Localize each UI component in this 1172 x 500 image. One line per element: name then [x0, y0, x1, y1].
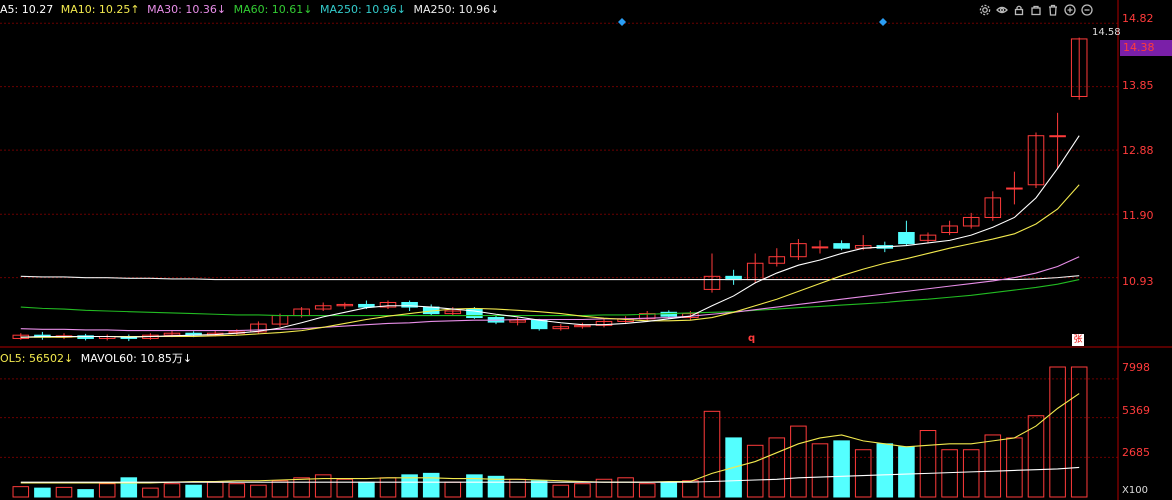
volume-tick-2685: 2685: [1122, 446, 1150, 459]
mavol5-legend: OL5: 56502↓: [0, 352, 74, 365]
mavol60-legend: MAVOL60: 10.85万↓: [80, 352, 193, 365]
price-tick-1093: 10.93: [1122, 275, 1154, 288]
volume-bar-9: [206, 481, 224, 498]
volume-bar-36: [790, 425, 807, 498]
volume-bar-46: [1006, 437, 1023, 498]
ma30-line: [20, 256, 1080, 332]
volume-bar-32: [703, 410, 721, 498]
eye-icon[interactable]: [995, 3, 1009, 17]
ma60-legend: MA60: 10.61↓: [233, 3, 313, 16]
kline-chart[interactable]: [0, 0, 1172, 500]
volume-bar-40: [876, 443, 894, 498]
volume-bar-39: [854, 449, 872, 498]
volume-bar-37: [811, 443, 829, 498]
volume-bar-0: [12, 486, 30, 498]
volume-bar-28: [617, 477, 634, 498]
volume-bar-25: [552, 484, 570, 498]
price-tick-1482: 14.82: [1122, 12, 1154, 25]
volume-legend: OL5: 56502↓ MAVOL60: 10.85万↓: [0, 350, 196, 366]
price-tick-1385: 13.85: [1122, 79, 1154, 92]
settings-icon[interactable]: [978, 3, 992, 17]
volume-tick-5369: 5369: [1122, 404, 1150, 417]
volume-bar-43: [941, 449, 958, 498]
candle-body-37: [811, 246, 829, 249]
volume-bars: [12, 366, 1088, 498]
candle-body-38: [833, 243, 850, 249]
volume-unit: X100: [1122, 485, 1148, 496]
volume-bar-29: [638, 483, 656, 498]
volume-bar-44: [962, 449, 980, 498]
volume-bar-24: [530, 480, 548, 498]
volume-bar-49: [1070, 366, 1088, 498]
limit-up-badge: 张: [1072, 334, 1084, 346]
event-marker-q[interactable]: q: [748, 333, 755, 344]
chart-toolbar: [978, 3, 1094, 17]
event-diamond-0: [618, 18, 626, 26]
volume-bar-2: [55, 486, 73, 498]
ma250-legend: MA250: 10.96↓: [320, 3, 406, 16]
zoom-in-icon[interactable]: [1063, 3, 1077, 17]
bag-icon[interactable]: [1029, 3, 1043, 17]
ma10-line: [20, 184, 1080, 338]
volume-bar-30: [660, 481, 678, 498]
trash-icon[interactable]: [1046, 3, 1060, 17]
volume-bar-31: [682, 480, 699, 498]
volume-bar-11: [250, 484, 267, 498]
candle-body-24: [530, 319, 548, 330]
volume-bar-4: [98, 483, 116, 498]
volume-bar-45: [984, 434, 1002, 498]
volume-bar-6: [142, 487, 159, 498]
volume-bar-16: [358, 481, 375, 498]
high-price-label: 14.58: [1092, 27, 1121, 38]
volume-bar-47: [1027, 415, 1045, 498]
volume-bar-12: [271, 480, 289, 498]
event-diamond-1: [879, 18, 887, 26]
ma10-legend: MA10: 10.25↑: [60, 3, 140, 16]
volume-bar-26: [574, 483, 591, 498]
zoom-out-icon[interactable]: [1080, 3, 1094, 17]
ma250b-legend: MA250: 10.96↓: [413, 3, 500, 16]
volume-bar-17: [379, 477, 397, 498]
candlestick-series: [12, 37, 1088, 342]
volume-bar-42: [919, 430, 937, 498]
volume-tick-7998: 7998: [1122, 361, 1150, 374]
ma5-legend: A5: 10.27: [0, 3, 54, 16]
volume-bar-48: [1049, 366, 1066, 498]
volume-bar-38: [833, 440, 850, 498]
volume-bar-3: [77, 489, 94, 498]
volume-bar-13: [293, 477, 310, 498]
volume-bar-8: [185, 484, 202, 498]
volume-bar-10: [228, 483, 246, 498]
volume-bar-20: [444, 481, 462, 498]
ma60-line: [20, 279, 1080, 317]
price-tick-1190: 11.90: [1122, 209, 1154, 222]
chart-frame: [0, 0, 1172, 500]
volume-bar-5: [120, 477, 138, 498]
volume-bar-35: [768, 437, 786, 498]
price-tick-1288: 12.88: [1122, 144, 1154, 157]
ma30-legend: MA30: 10.36↓: [147, 3, 227, 16]
candle-body-48: [1049, 135, 1066, 138]
current-price-box: 14.38: [1120, 40, 1172, 56]
ma-legend: A5: 10.27 MA10: 10.25↑ MA30: 10.36↓ MA60…: [0, 3, 503, 16]
volume-bar-1: [34, 487, 51, 498]
volume-bar-41: [898, 446, 915, 498]
candle-body-46: [1006, 187, 1023, 190]
candle-body-41: [898, 232, 915, 245]
lock-icon[interactable]: [1012, 3, 1026, 17]
volume-bar-19: [422, 472, 440, 498]
volume-bar-34: [746, 444, 764, 498]
volume-bar-7: [163, 483, 181, 498]
